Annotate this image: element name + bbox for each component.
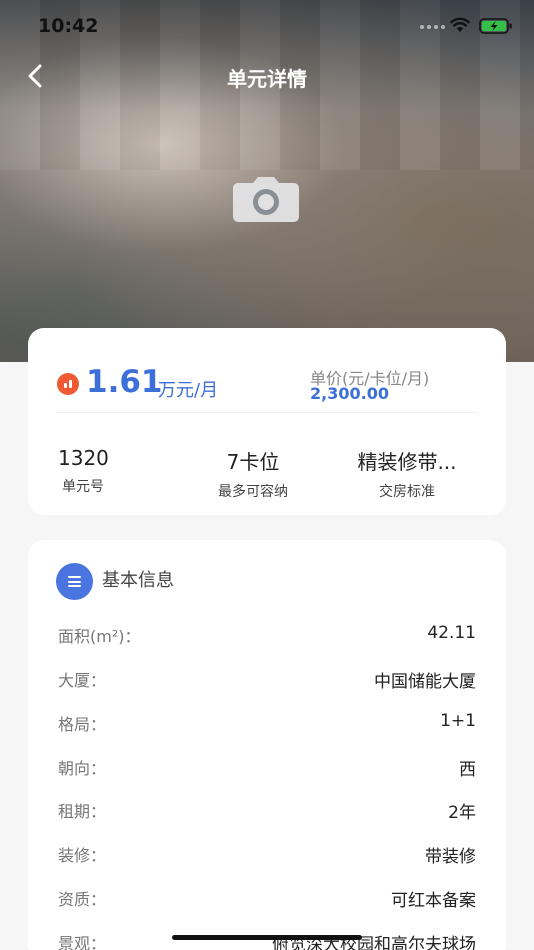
- camera-icon[interactable]: [231, 176, 301, 224]
- info-row-view: 景观： 俯览深大校园和高尔夫球场: [58, 930, 476, 950]
- info-value: 俯览深大校园和高尔夫球场: [272, 935, 476, 950]
- stat-capacity: 7卡位 最多可容纳: [183, 446, 323, 501]
- monthly-rent-unit: 万元/月: [158, 380, 219, 401]
- stat-label: 最多可容纳: [218, 484, 288, 500]
- battery-charging-icon: [479, 18, 512, 34]
- info-label: 资质：: [58, 890, 107, 909]
- basic-info-card: 基本信息 面积(m²)： 42.11 大厦： 中国储能大厦 格局： 1+1 朝向…: [28, 540, 506, 950]
- section-title: 基本信息: [102, 570, 174, 591]
- info-value: 可红本备案: [391, 891, 476, 911]
- info-row-lease-term: 租期： 2年: [58, 798, 476, 824]
- stat-label: 交房标准: [379, 484, 435, 500]
- stat-value: 精装修带...: [357, 450, 457, 474]
- info-value: 42.11: [427, 623, 476, 643]
- info-label: 装修：: [58, 846, 107, 865]
- monthly-rent-value: 1.61: [86, 364, 163, 400]
- info-label: 面积(m²)：: [58, 627, 141, 646]
- info-value: 带装修: [425, 847, 476, 867]
- stat-delivery-standard: 精装修带... 交房标准: [336, 446, 478, 501]
- stat-unit-number: 1320 单元号: [58, 446, 198, 496]
- info-row-orientation: 朝向： 西: [58, 755, 476, 781]
- unit-summary-card: 1.61 万元/月 单价(元/卡位/月) 2,300.00 1320 单元号 7…: [28, 328, 506, 515]
- wifi-icon: [450, 17, 470, 32]
- status-time: 10:42: [38, 15, 99, 37]
- info-row-building: 大厦： 中国储能大厦: [58, 667, 476, 693]
- stat-label: 单元号: [62, 479, 104, 495]
- stat-value: 1320: [58, 446, 109, 470]
- info-label: 租期：: [58, 802, 107, 821]
- info-label: 景观：: [58, 934, 107, 950]
- info-row-decoration: 装修： 带装修: [58, 842, 476, 868]
- info-label: 朝向：: [58, 759, 107, 778]
- info-value: 西: [459, 760, 476, 780]
- info-row-layout: 格局： 1+1: [58, 711, 476, 737]
- info-label: 格局：: [58, 715, 107, 734]
- info-value: 1+1: [440, 711, 476, 731]
- info-value: 中国储能大厦: [374, 672, 476, 692]
- nav-bar: 单元详情: [0, 54, 534, 98]
- signal-icon: [420, 25, 445, 29]
- list-icon: [56, 563, 93, 600]
- info-row-qualification: 资质： 可红本备案: [58, 886, 476, 912]
- info-row-area: 面积(m²)： 42.11: [58, 623, 476, 649]
- info-value: 2年: [448, 803, 476, 823]
- home-indicator[interactable]: [172, 935, 362, 940]
- rent-chart-icon: [57, 373, 79, 395]
- stat-value: 7卡位: [226, 450, 280, 474]
- info-label: 大厦：: [58, 671, 107, 690]
- divider: [56, 412, 478, 413]
- page-title: 单元详情: [227, 67, 307, 91]
- unit-price-value: 2,300.00: [310, 384, 389, 403]
- status-bar: 10:42: [0, 0, 534, 54]
